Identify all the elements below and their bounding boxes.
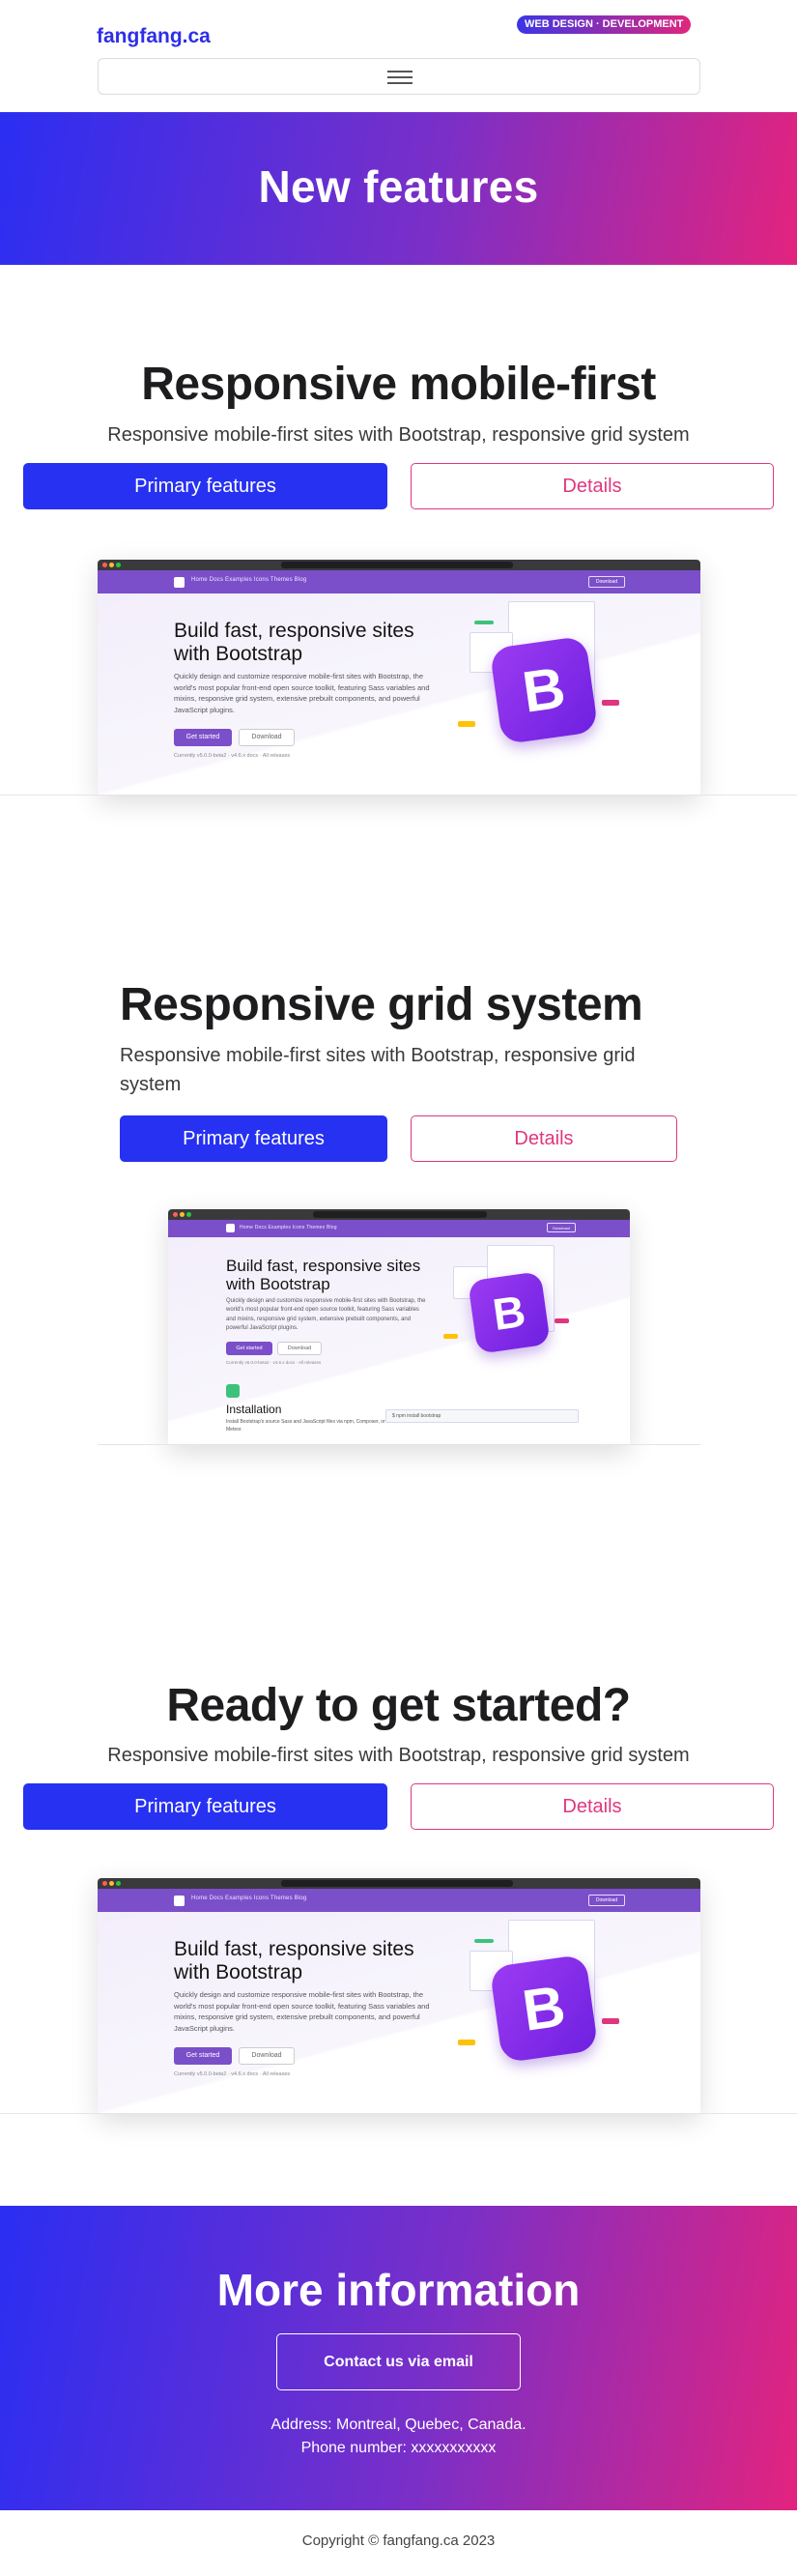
mock-download-link: Download	[588, 1895, 625, 1906]
bootstrap-screenshot: Home Docs Examples Icons Themes Blog Dow…	[98, 560, 700, 795]
details-button[interactable]: Details	[411, 463, 774, 509]
section-subtitle: Responsive mobile-first sites with Boots…	[107, 1745, 690, 1766]
mock-paragraph: Quickly design and customize responsive …	[174, 672, 430, 714]
mock-nav-links: Home Docs Examples Icons Themes Blog	[240, 1225, 337, 1230]
address-text: Address: Montreal, Quebec, Canada.	[270, 2417, 527, 2433]
bootstrap-logo-icon: B	[489, 1954, 599, 2064]
section-subtitle: Responsive mobile-first sites with Boots…	[107, 424, 690, 446]
section-divider	[0, 795, 797, 796]
details-button[interactable]: Details	[411, 1115, 677, 1162]
mock-get-started: Get started	[174, 2047, 232, 2065]
section-subtitle: Responsive mobile-first sites with Boots…	[120, 1045, 636, 1095]
bootstrap-nav-logo-icon	[174, 1896, 185, 1906]
contact-details: Address: Montreal, Quebec, Canada. Phone…	[0, 2414, 797, 2460]
mock-title: Build fast, responsive sites with Bootst…	[174, 620, 414, 665]
more-info-section: More information Contact us via email Ad…	[0, 2206, 797, 2510]
bootstrap-nav-logo-icon	[174, 577, 185, 588]
bootstrap-screenshot: Home Docs Examples Icons Themes Blog Dow…	[98, 1878, 700, 2113]
mock-paragraph: Quickly design and customize responsive …	[226, 1298, 426, 1331]
primary-features-button[interactable]: Primary features	[23, 1783, 387, 1830]
install-text: Install Bootstrap's source Sass and Java…	[226, 1419, 385, 1433]
section-title: Responsive grid system	[120, 979, 643, 1030]
mock-version: Currently v5.0.0-beta2 · v4.6.x docs · A…	[174, 753, 291, 759]
hero-banner: New features	[0, 112, 797, 265]
primary-features-button[interactable]: Primary features	[23, 463, 387, 509]
bootstrap-nav-logo-icon	[226, 1224, 235, 1232]
bootstrap-screenshot: Home Docs Examples Icons Themes Blog Dow…	[168, 1209, 630, 1445]
mock-paragraph: Quickly design and customize responsive …	[174, 1990, 430, 2033]
hero-title: New features	[258, 161, 539, 212]
mock-get-started: Get started	[174, 729, 232, 746]
mock-nav-links: Home Docs Examples Icons Themes Blog	[191, 1896, 307, 1901]
install-command: $ npm install bootstrap	[385, 1409, 579, 1423]
primary-features-button[interactable]: Primary features	[120, 1115, 387, 1162]
mock-version: Currently v5.0.0-beta2 · v4.6.x docs · A…	[226, 1360, 322, 1365]
install-title: Installation	[226, 1403, 282, 1416]
brand-logo[interactable]: fangfang.ca	[97, 25, 211, 48]
contact-email-button[interactable]: Contact us via email	[276, 2333, 521, 2390]
section-divider	[0, 2113, 797, 2114]
mock-download-link: Download	[547, 1223, 576, 1232]
mock-get-started: Get started	[226, 1342, 272, 1355]
mock-nav-links: Home Docs Examples Icons Themes Blog	[191, 577, 307, 583]
mock-download-button: Download	[239, 2047, 295, 2065]
more-info-title: More information	[216, 2265, 581, 2315]
section-divider	[98, 1444, 700, 1445]
mock-title: Build fast, responsive sites with Bootst…	[174, 1938, 414, 1983]
mock-title: Build fast, responsive sites with Bootst…	[226, 1257, 421, 1294]
tagline-badge: WEB DESIGN · DEVELOPMENT	[517, 15, 692, 34]
mock-download-link: Download	[588, 576, 625, 588]
mock-download-button: Download	[277, 1342, 322, 1355]
bootstrap-logo-icon: B	[468, 1271, 551, 1354]
section-title: Ready to get started?	[166, 1680, 631, 1731]
section-title: Responsive mobile-first	[141, 359, 656, 410]
copyright-text: Copyright © fangfang.ca 2023	[301, 2533, 496, 2549]
page: fangfang.ca WEB DESIGN · DEVELOPMENT New…	[0, 0, 797, 2576]
bootstrap-logo-icon: B	[489, 635, 599, 745]
mock-download-button: Download	[239, 729, 295, 746]
mock-version: Currently v5.0.0-beta2 · v4.6.x docs · A…	[174, 2071, 291, 2077]
phone-text: Phone number: xxxxxxxxxxx	[300, 2440, 497, 2456]
details-button[interactable]: Details	[411, 1783, 774, 1830]
navbar-toggler-button[interactable]	[98, 58, 700, 95]
download-icon	[226, 1384, 240, 1398]
